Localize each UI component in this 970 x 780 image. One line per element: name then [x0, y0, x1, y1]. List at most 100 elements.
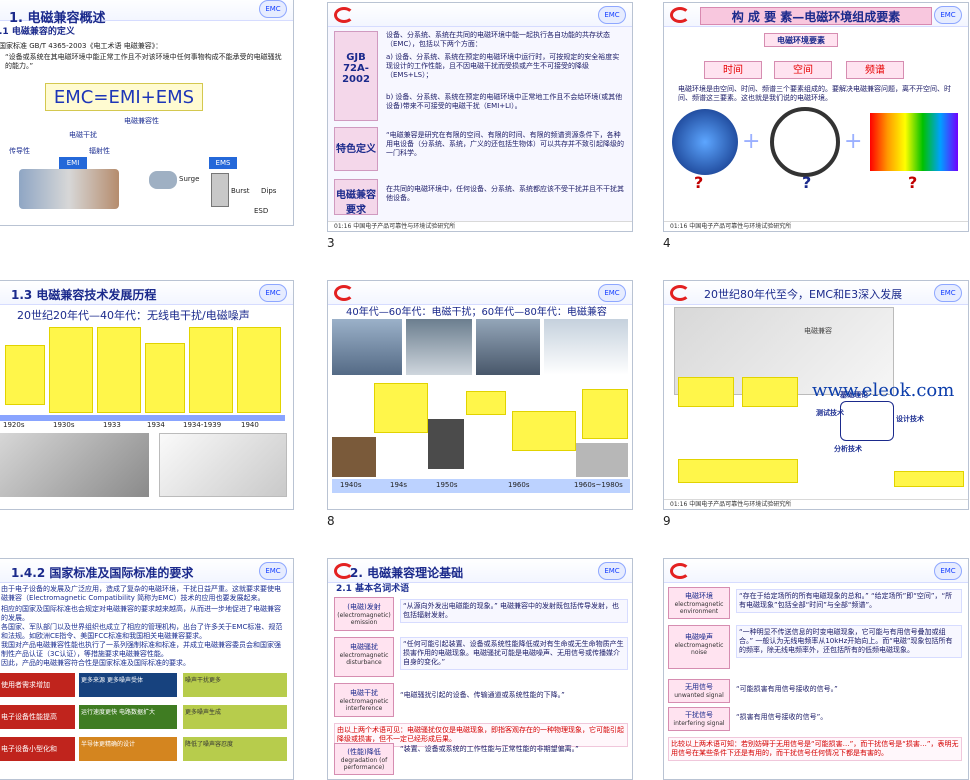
bullet-text: 我国对产品电磁兼容性能也执行了一系列强制标准和标准，并成立电磁兼容委员会和国家强…: [1, 641, 281, 658]
term-label: (电磁)发射 (electromagnetic) emission: [334, 597, 394, 631]
mid-cell: 运行速度更快 电路数据扩大: [79, 705, 177, 729]
term-cn: (电磁)发射: [347, 603, 381, 611]
tree-node: Surge: [179, 175, 200, 183]
slide-title: 构 成 要 素—电磁环境组成要素: [700, 7, 932, 25]
year-label: 1940s: [340, 481, 362, 489]
slide-thumbnail[interactable]: EMC 电磁环境 electromagnetic environment “存在…: [663, 558, 969, 780]
question-icon: ?: [908, 173, 918, 192]
term-cn: 电磁骚扰: [350, 643, 378, 651]
caption-note: [582, 389, 628, 439]
slide-text: “设备或系统在其电磁环境中能正常工作且不对该环境中任何事物构成不能承受的电磁骚扰…: [5, 53, 282, 70]
term-label: 电磁干扰 electromagnetic interference: [334, 683, 394, 717]
note-text: 比较以上两术语可知：若别妨碍于无用信号是“可能损害…”，而干扰信号是“损害…”，…: [668, 737, 962, 761]
lab-label: 电磁兼容: [804, 327, 832, 335]
term-en: electromagnetic noise: [674, 642, 724, 656]
timeline: [0, 327, 289, 417]
bullet-text: 相应的国家及国际标准也会规定对电磁兼容的要求越来越高，从而进一步地促进了电磁兼容…: [1, 605, 281, 622]
ceprei-logo-icon: [670, 7, 690, 23]
term-label: 电磁环境 electromagnetic environment: [668, 587, 730, 619]
slide-thumbnail[interactable]: 1.4.2 国家标准及国际标准的要求 EMC 由于电子设备的发展及广泛应用，造成…: [0, 558, 294, 780]
watermark-text: www.eleok.com: [812, 380, 955, 401]
instrument-photo: [576, 443, 628, 477]
timeline-note: [145, 343, 185, 413]
slide-thumbnail[interactable]: EMC 40年代—60年代：电磁干扰；60年代—80年代：电磁兼容 1940s …: [327, 280, 633, 510]
slide-text: 电磁环境是由空间、时间、频谱三个要素组成的。要解决电磁兼容问题，离不开空间、时间…: [678, 85, 951, 102]
term-en: electromagnetic disturbance: [339, 652, 389, 666]
term-def: “装置、设备或系统的工作性能与正常性能的非期望偏离。”: [400, 745, 579, 753]
clock-image: [770, 107, 840, 177]
term-label: 干扰信号 interfering signal: [668, 707, 730, 731]
instrument-photo: [428, 419, 464, 469]
slide-thumbnail[interactable]: 2. 电磁兼容理论基础 EMC 2.1 基本名词术语 (电磁)发射 (elect…: [327, 558, 633, 780]
plane-photo: [544, 319, 628, 375]
right-text: 降低了噪声容忍度: [185, 741, 234, 748]
slide-footer: 01:16 中国电子产品可靠性与环境试验研究所: [664, 499, 968, 509]
ship-photo: [332, 319, 402, 375]
equipment-photo: [0, 433, 149, 497]
diagram-label: 分析技术: [834, 445, 862, 453]
slide-thumbnail[interactable]: 1. 电磁兼容概述 EMC .1 电磁兼容的定义 国家标准 GB/T 4365-…: [0, 0, 294, 226]
right-cell: 降低了噪声容忍度: [183, 737, 287, 761]
lightning-illustration: [149, 171, 177, 189]
bullet-text: 各国家、军队部门以及世界组织也成立了相应的管理机构，出台了许多关于EMC标准、规…: [1, 623, 283, 640]
definition-text: “电磁兼容是研究在有限的空间、有限的时间、有限的频谱资源条件下，各种用电设备（分…: [386, 131, 624, 157]
term-en: degradation (of performance): [340, 757, 388, 771]
term-list: 电磁环境 electromagnetic environment “存在于给定场…: [668, 587, 966, 777]
slide-grid: 1. 电磁兼容概述 EMC .1 电磁兼容的定义 国家标准 GB/T 4365-…: [0, 0, 970, 780]
slide-footer: 01:16 中国电子产品可靠性与环境试验研究所: [328, 221, 632, 231]
term-def: “可能损害有用信号接收的信号。”: [736, 685, 838, 693]
tree-node: 传导性: [9, 147, 30, 155]
right-text: 更多噪声生成: [185, 709, 222, 716]
term-en: (electromagnetic) emission: [337, 612, 391, 626]
logo-icon: EMC: [598, 6, 626, 24]
instrument-photo: [332, 437, 376, 477]
year-label: 1934-1939: [183, 421, 222, 429]
term-def: “任何可能引起装置、设备或系统性能降低或对有生命或无生命物质产生损害作用的电磁现…: [400, 637, 628, 670]
slide-thumbnail[interactable]: 1.3 电磁兼容技术发展历程 EMC 20世纪20年代—40年代：无线电干扰/电…: [0, 280, 294, 510]
definition-text: 设备、分系统、系统在共同的电磁环境中能一起执行各自功能的共存状态（EMC），包括…: [386, 31, 610, 48]
plus-icon: +: [742, 129, 761, 154]
slide-title: 1. 电磁兼容概述: [9, 11, 106, 26]
mid-cell: 更多来源 更多噪声受体: [79, 673, 177, 697]
mid-text: 电路数据扩大: [118, 709, 155, 716]
term-en: interfering signal: [673, 720, 725, 727]
timeline-note: [97, 327, 141, 413]
slide-thumbnail[interactable]: EMC GJB 72A-2002 设备、分系统、系统在共同的电磁环境中能一起执行…: [327, 2, 633, 232]
caption-note: [466, 391, 506, 415]
devices-illustration: [19, 169, 119, 209]
term-cn: 电磁噪声: [685, 633, 713, 641]
bullet-text: 因此，产品的电磁兼容符合性是国家标准及国际标准的要求。: [1, 659, 190, 667]
emc-tree: 电磁兼容性 电磁干扰 传导性 辐射性 EMI EMS Surge Burst D…: [0, 117, 289, 217]
term-label: 无用信号 unwanted signal: [668, 679, 730, 703]
slide-subtitle: 20世纪20年代—40年代：无线电干扰/电磁噪声: [17, 309, 250, 322]
logo-icon: EMC: [934, 562, 962, 580]
slide-subtitle: .1 电磁兼容的定义: [0, 27, 75, 37]
flow-table: 使用者需求增加 电子设备性能提高 电子设备小型化和 更多来源 更多噪声受体 运行…: [0, 669, 291, 779]
year-label: 1950s: [436, 481, 458, 489]
row-label: 电子设备小型化和: [0, 737, 75, 761]
tree-root: 电磁兼容性: [124, 117, 159, 125]
tree-node: ESD: [254, 207, 269, 215]
mid-text: 更多来源: [81, 677, 106, 684]
definition-text: b) 设备、分系统、系统在预定的电磁环境中正常地工作且不会给环境(或其他设备)带…: [386, 93, 623, 110]
year-label: 1960s: [508, 481, 530, 489]
slide-thumbnail[interactable]: EMC 构 成 要 素—电磁环境组成要素 电磁环境要素 时间 空间 频谱 电磁环…: [663, 2, 969, 232]
ceprei-logo-icon: [334, 7, 354, 23]
slide-number: 4: [663, 236, 671, 250]
timeline-note: [5, 345, 45, 405]
ems-label: EMS: [209, 157, 237, 169]
term-def: “从源向外发出电磁能的现象。” 电磁兼容中的发射既包括传导发射，也包括辐射发射。: [400, 599, 628, 623]
slide-title: 20世纪80年代至今，EMC和E3深入发展: [704, 288, 903, 301]
logo-icon: EMC: [259, 284, 287, 302]
slide-text: 国家标准 GB/T 4365-2003《电工术语 电磁兼容》：: [0, 42, 163, 50]
logo-icon: EMC: [934, 6, 962, 24]
term-cn: (性能)降低: [347, 748, 381, 756]
question-icon: ?: [802, 173, 812, 192]
term-label: (性能)降低 degradation (of performance): [334, 743, 394, 775]
year-label: 1930s: [53, 421, 75, 429]
diagram-label: 设计技术: [896, 415, 924, 423]
term-cn: 干扰信号: [685, 711, 713, 719]
mid-text: 半导体更精确的设计: [81, 741, 136, 748]
year-label: 194s: [390, 481, 408, 489]
caption-note: [678, 459, 798, 483]
